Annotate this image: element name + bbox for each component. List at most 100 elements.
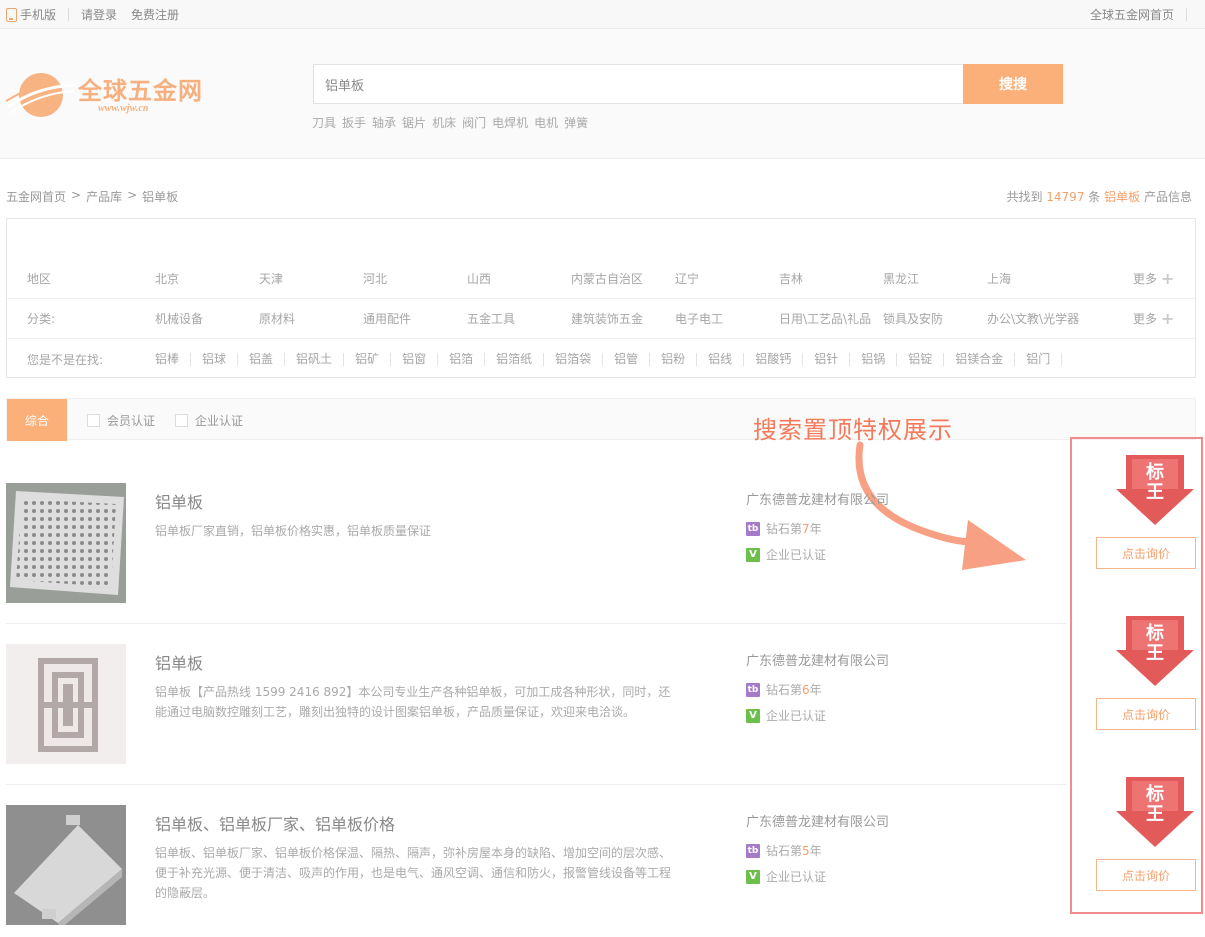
category-option[interactable]: 建筑装饰五金: [571, 310, 643, 327]
hot-keyword-link[interactable]: 电焊机: [492, 114, 528, 131]
company-name[interactable]: 广东德普龙建材有限公司: [746, 811, 889, 830]
category-option[interactable]: 锁具及安防: [883, 310, 943, 327]
category-option[interactable]: 通用配件: [363, 310, 411, 327]
product-image[interactable]: [6, 483, 126, 603]
login-link[interactable]: 请登录: [81, 6, 117, 23]
filter-label: 地区: [27, 272, 52, 286]
register-link[interactable]: 免费注册: [131, 6, 179, 23]
breadcrumb-home[interactable]: 五金网首页: [6, 188, 66, 205]
site-home-link[interactable]: 全球五金网首页: [1090, 6, 1174, 23]
aluminum-panel-image: [6, 805, 126, 925]
sort-tab-comprehensive[interactable]: 综合: [7, 399, 67, 441]
carved-panel-image: [6, 644, 126, 764]
category-option[interactable]: 机械设备: [155, 310, 203, 327]
region-option[interactable]: 山西: [467, 270, 491, 287]
hot-keyword-link[interactable]: 阀门: [462, 114, 486, 131]
hot-keyword-link[interactable]: 电机: [534, 114, 558, 131]
company-name[interactable]: 广东德普龙建材有限公司: [746, 650, 889, 669]
product-description: 铝单板厂家直销，铝单板价格实惠，铝单板质量保证: [155, 524, 432, 538]
category-option[interactable]: 原材料: [259, 310, 295, 327]
suggest-keyword[interactable]: 铝矿: [344, 352, 392, 366]
product-title[interactable]: 铝单板: [155, 489, 203, 513]
hot-keyword-link[interactable]: 锯片: [402, 114, 426, 131]
filter-label: 分类:: [27, 312, 56, 326]
hot-keyword-link[interactable]: 机床: [432, 114, 456, 131]
checkbox-icon: [175, 414, 188, 427]
region-more-button[interactable]: 更多 +: [1133, 269, 1174, 288]
category-option[interactable]: 五金工具: [467, 310, 515, 327]
product-image[interactable]: [6, 805, 126, 925]
suggest-keyword[interactable]: 铝粉: [650, 352, 698, 366]
suggest-filter-row: 您是不是在找: 铝棒 铝球 铝盖 铝矾土 铝矿 铝窗 铝箔 铝箔纸 铝箔袋 铝管…: [7, 339, 1195, 379]
suggest-keyword[interactable]: 铝棒: [155, 352, 192, 366]
suggest-keyword[interactable]: 铝箔纸: [485, 352, 545, 366]
suggest-keyword[interactable]: 铝箔: [438, 352, 486, 366]
breadcrumb: 五金网首页 > 产品库 > 铝单板: [6, 188, 179, 205]
suggest-keyword[interactable]: 铝管: [603, 352, 651, 366]
product-image[interactable]: [6, 644, 126, 764]
suggest-keyword[interactable]: 铝球: [191, 352, 239, 366]
category-option[interactable]: 电子电工: [675, 310, 723, 327]
suggest-keyword[interactable]: 铝窗: [391, 352, 439, 366]
checkbox-icon: [87, 414, 100, 427]
suggest-keyword[interactable]: 铝针: [803, 352, 851, 366]
member-cert-checkbox[interactable]: 会员认证: [87, 412, 155, 429]
suggest-keyword[interactable]: 铝酸钙: [744, 352, 804, 366]
suggest-keyword[interactable]: 铝锅: [850, 352, 898, 366]
divider: [68, 8, 70, 21]
diamond-rank: tb 钻石第 7 年: [746, 521, 822, 536]
product-item: 铝单板 铝单板【产品热线 1599 2416 892】本公司专业生产各种铝单板，…: [0, 616, 1205, 785]
diamond-badge-icon: tb: [746, 521, 760, 536]
suggest-keyword[interactable]: 铝门: [1015, 352, 1063, 366]
mobile-phone-icon: [6, 7, 17, 22]
region-option[interactable]: 天津: [259, 270, 283, 287]
region-option[interactable]: 上海: [987, 270, 1011, 287]
mobile-version-link[interactable]: 手机版: [20, 6, 56, 23]
company-certified: V 企业已认证: [746, 868, 826, 885]
product-item: 铝单板、铝单板厂家、铝单板价格 铝单板、铝单板厂家、铝单板价格保温、隔热、隔声，…: [0, 777, 1205, 937]
suggest-keyword[interactable]: 铝箔袋: [544, 352, 604, 366]
product-description: 铝单板【产品热线 1599 2416 892】本公司专业生产各种铝单板，可加工成…: [155, 685, 671, 719]
region-option[interactable]: 吉林: [779, 270, 803, 287]
region-option[interactable]: 北京: [155, 270, 179, 287]
plus-icon: +: [1161, 309, 1175, 328]
breadcrumb-library[interactable]: 产品库: [86, 188, 122, 205]
suggest-keyword[interactable]: 铝锭: [897, 352, 945, 366]
company-cert-checkbox[interactable]: 企业认证: [175, 412, 243, 429]
product-title[interactable]: 铝单板、铝单板厂家、铝单板价格: [155, 811, 395, 835]
site-logo[interactable]: 全球五金网 www.wjw.cn: [5, 67, 206, 121]
product-description: 铝单板、铝单板厂家、铝单板价格保温、隔热、隔声，弥补房屋本身的缺陷、增加空间的层…: [155, 846, 672, 900]
region-option[interactable]: 黑龙江: [883, 270, 919, 287]
region-option[interactable]: 河北: [363, 270, 387, 287]
hot-keyword-link[interactable]: 扳手: [342, 114, 366, 131]
company-name[interactable]: 广东德普龙建材有限公司: [746, 489, 889, 508]
diamond-badge-icon: tb: [746, 843, 760, 858]
hot-keyword-link[interactable]: 轴承: [372, 114, 396, 131]
hot-keyword-link[interactable]: 弹簧: [564, 114, 588, 131]
region-filter-row: 地区 北京 天津 河北 山西 内蒙古自治区 辽宁 吉林 黑龙江 上海 更多 +: [7, 259, 1195, 299]
breadcrumb-current: 铝单板: [142, 190, 179, 204]
suggest-keyword[interactable]: 铝矾土: [285, 352, 345, 366]
product-title[interactable]: 铝单板: [155, 650, 203, 674]
result-count: 共找到 14797 条 铝单板 产品信息: [1006, 190, 1192, 204]
region-option[interactable]: 辽宁: [675, 270, 699, 287]
verified-icon: V: [746, 708, 760, 723]
search-button[interactable]: 搜搜: [963, 64, 1063, 104]
hot-keyword-link[interactable]: 刀具: [312, 114, 336, 131]
region-option[interactable]: 内蒙古自治区: [571, 270, 643, 287]
search-input[interactable]: [314, 65, 963, 103]
globe-logo-icon: [5, 73, 75, 117]
highlight-box: [1070, 437, 1203, 914]
search-box: [313, 64, 964, 104]
header: 全球五金网 www.wjw.cn 搜搜 刀具 扳手 轴承 锯片 机床 阀门 电焊…: [0, 29, 1205, 159]
category-more-button[interactable]: 更多 +: [1133, 309, 1174, 328]
diamond-rank: tb 钻石第 5 年: [746, 843, 822, 858]
plus-icon: +: [1161, 269, 1175, 288]
perforated-panel-image: [6, 483, 126, 603]
category-option[interactable]: 办公\文教\光学器: [987, 310, 1087, 327]
category-option[interactable]: 日用\工艺品\礼品: [779, 310, 879, 327]
suggest-keyword[interactable]: 铝镁合金: [944, 352, 1016, 366]
suggest-keyword[interactable]: 铝线: [697, 352, 745, 366]
logo-url: www.wjw.cn: [98, 103, 149, 114]
suggest-keyword[interactable]: 铝盖: [238, 352, 286, 366]
